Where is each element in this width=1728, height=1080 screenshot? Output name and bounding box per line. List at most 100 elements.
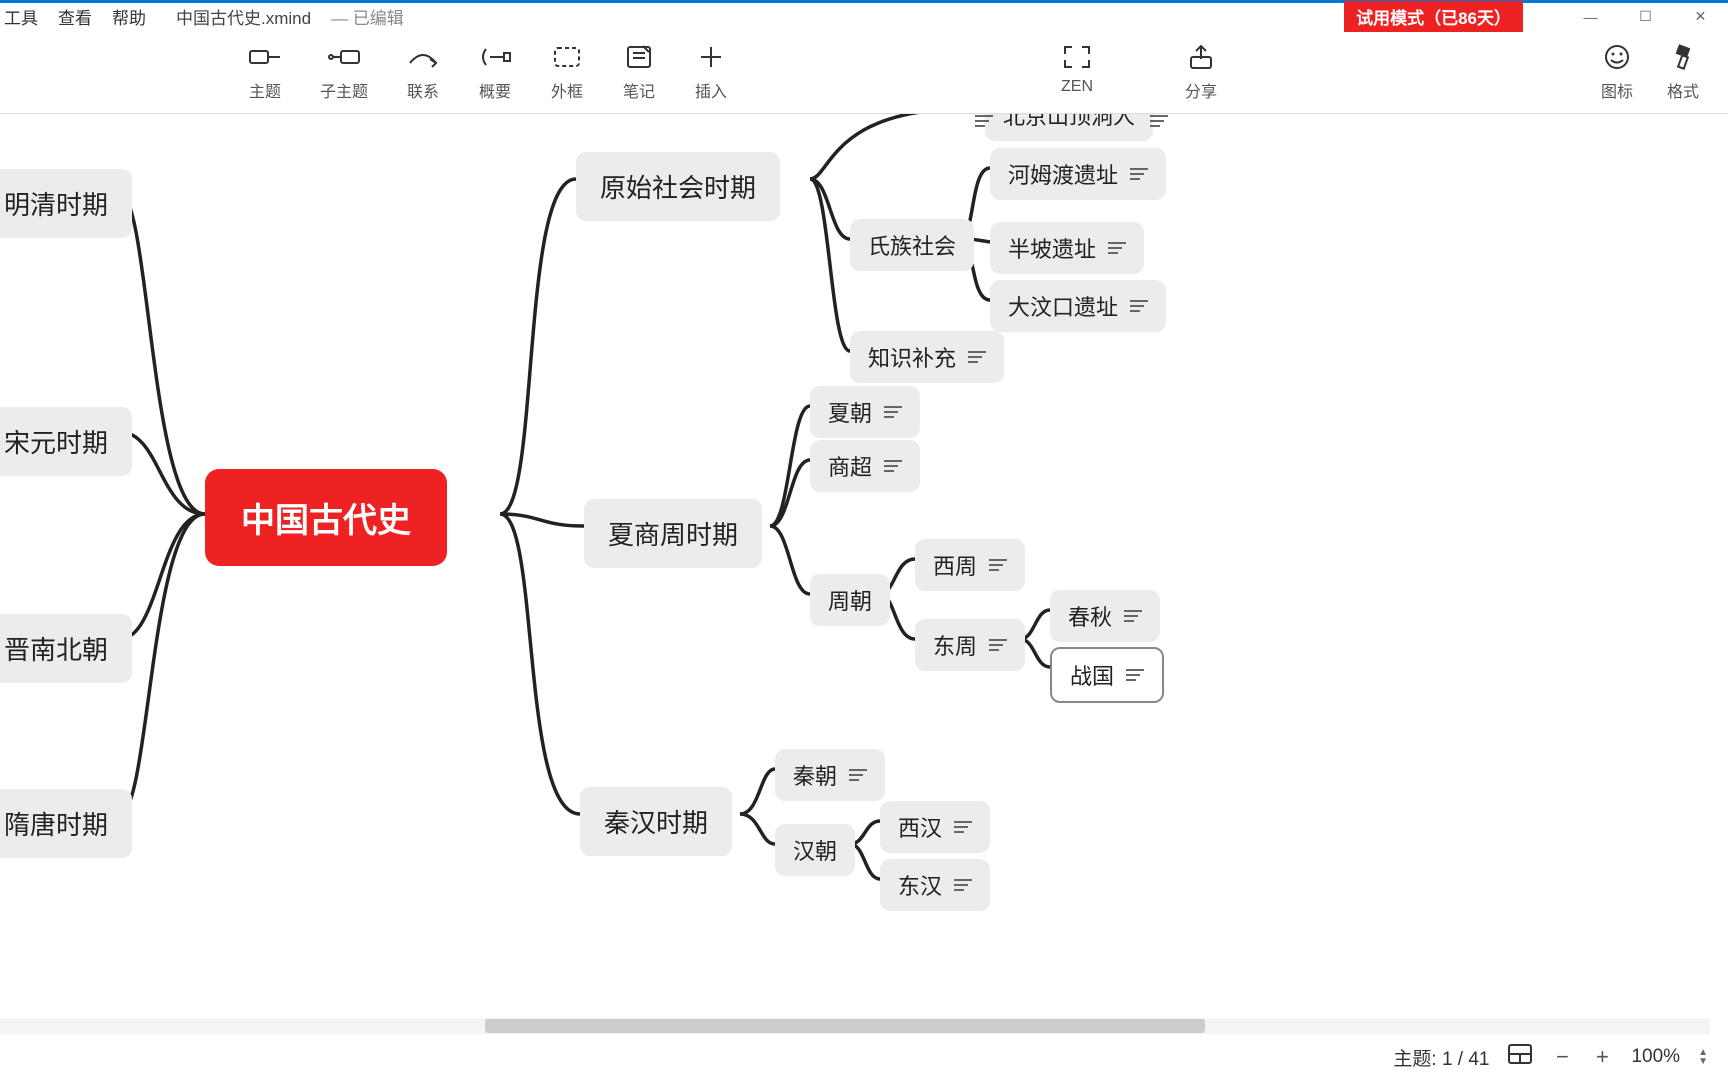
node-qinhan[interactable]: 秦汉时期 [580,787,732,856]
node-label: 周朝 [828,584,872,616]
node-beijing[interactable]: 北京山顶洞人 [985,114,1153,141]
insert-button[interactable]: 插入 [694,42,728,102]
notes-icon [1130,300,1148,312]
file-status: — 已编辑 [331,4,404,29]
summary-label: 概要 [479,78,511,102]
node-label: 秦汉时期 [604,803,708,840]
node-dongzhou[interactable]: 东周 [915,619,1025,671]
outline-icon[interactable] [1507,1043,1533,1071]
status-bar: 主题: 1 / 41 − + 100% ▲▼ [0,1034,1728,1080]
smiley-icon [1600,42,1634,72]
close-button[interactable]: ✕ [1673,4,1728,30]
node-label: 半坡遗址 [1008,232,1096,264]
node-dawenkou[interactable]: 大汶口遗址 [990,280,1166,332]
node-clan[interactable]: 氏族社会 [850,219,974,271]
horizontal-scrollbar-thumb[interactable] [485,1019,1205,1033]
node-suitang[interactable]: 隋唐时期 [0,789,132,858]
maximize-button[interactable]: ☐ [1618,4,1673,30]
node-han[interactable]: 汉朝 [775,824,855,876]
node-label: 隋唐时期 [4,805,108,842]
subtopic-button[interactable]: 子主题 [320,42,368,102]
icon-panel-button[interactable]: 图标 [1600,42,1634,102]
menu-bar: 工具 查看 帮助 中国古代史.xmind — 已编辑 [0,4,404,29]
notes-icon [884,460,902,472]
node-zhou[interactable]: 周朝 [810,574,890,626]
minimize-button[interactable]: — [1563,4,1618,30]
insert-icon [694,42,728,72]
node-chunqiu[interactable]: 春秋 [1050,590,1160,642]
node-knowledge[interactable]: 知识补充 [850,331,1004,383]
mindmap-canvas[interactable]: 明清时期 宋元时期 晋南北朝 隋唐时期 中国古代史 原始社会时期 夏商周时期 秦… [0,114,1728,1034]
boundary-icon [550,42,584,72]
notes-icon [1126,669,1144,681]
node-xiashangzhou[interactable]: 夏商周时期 [584,499,762,568]
relation-label: 联系 [407,78,439,102]
summary-button[interactable]: 概要 [478,42,512,102]
node-donghan[interactable]: 东汉 [880,859,990,911]
notes-icon [975,114,993,127]
node-xihan[interactable]: 西汉 [880,801,990,853]
topic-icon [248,42,282,72]
node-xizhou[interactable]: 西周 [915,539,1025,591]
node-label: 春秋 [1068,600,1112,632]
note-icon [622,42,656,72]
node-label: 原始社会时期 [600,168,756,205]
zoom-stepper-icon[interactable]: ▲▼ [1698,1048,1708,1066]
node-label: 战国 [1070,659,1114,691]
node-zhanguo[interactable]: 战国 [1050,647,1164,703]
icon-panel-label: 图标 [1601,78,1633,102]
node-label: 明清时期 [4,185,108,222]
node-label: 夏朝 [828,396,872,428]
zen-label: ZEN [1061,78,1093,96]
notes-icon [954,879,972,891]
format-button[interactable]: 格式 [1666,42,1700,102]
horizontal-scrollbar[interactable] [0,1018,1710,1034]
format-label: 格式 [1667,78,1699,102]
insert-label: 插入 [695,78,727,102]
node-songyuan[interactable]: 宋元时期 [0,407,132,476]
node-primitive[interactable]: 原始社会时期 [576,152,780,221]
window-controls: 试用模式（已86天） — ☐ ✕ [1344,3,1728,30]
node-central[interactable]: 中国古代史 [205,469,447,566]
zoom-out-button[interactable]: − [1551,1044,1573,1070]
relation-button[interactable]: 联系 [406,42,440,102]
node-shang[interactable]: 商超 [810,440,920,492]
node-label: 北京山顶洞人 [1003,114,1135,131]
notes-icon [989,559,1007,571]
zoom-in-button[interactable]: + [1591,1044,1613,1070]
menu-view[interactable]: 查看 [58,4,92,29]
share-button[interactable]: 分享 [1184,42,1218,102]
node-label: 汉朝 [793,834,837,866]
node-label: 西周 [933,549,977,581]
node-label: 西汉 [898,811,942,843]
zen-button[interactable]: ZEN [1060,42,1094,102]
node-label: 宋元时期 [4,423,108,460]
relation-icon [406,42,440,72]
notes-icon [989,639,1007,651]
file-name: 中国古代史.xmind [176,4,311,29]
node-label: 河姆渡遗址 [1008,158,1118,190]
node-label: 夏商周时期 [608,515,738,552]
node-mingqing[interactable]: 明清时期 [0,169,132,238]
boundary-button[interactable]: 外框 [550,42,584,102]
node-qin[interactable]: 秦朝 [775,749,885,801]
topic-button[interactable]: 主题 [248,42,282,102]
node-banpo[interactable]: 半坡遗址 [990,222,1144,274]
notes-icon [1130,168,1148,180]
node-label: 商超 [828,450,872,482]
node-label: 大汶口遗址 [1008,290,1118,322]
menu-tools[interactable]: 工具 [4,4,38,29]
node-hemudu[interactable]: 河姆渡遗址 [990,148,1166,200]
node-jinnanbei[interactable]: 晋南北朝 [0,614,132,683]
notes-icon [1108,242,1126,254]
node-label: 晋南北朝 [4,630,108,667]
toolbar: 主题 子主题 联系 概要 外框 笔记 插入 ZEN [0,30,1728,114]
note-button[interactable]: 笔记 [622,42,656,102]
topic-count-label: 主题: 1 / 41 [1393,1044,1489,1071]
menu-help[interactable]: 帮助 [112,4,146,29]
node-xia[interactable]: 夏朝 [810,386,920,438]
node-label: 中国古代史 [241,493,411,542]
title-bar: 工具 查看 帮助 中国古代史.xmind — 已编辑 试用模式（已86天） — … [0,0,1728,30]
notes-icon [968,351,986,363]
node-label: 东周 [933,629,977,661]
